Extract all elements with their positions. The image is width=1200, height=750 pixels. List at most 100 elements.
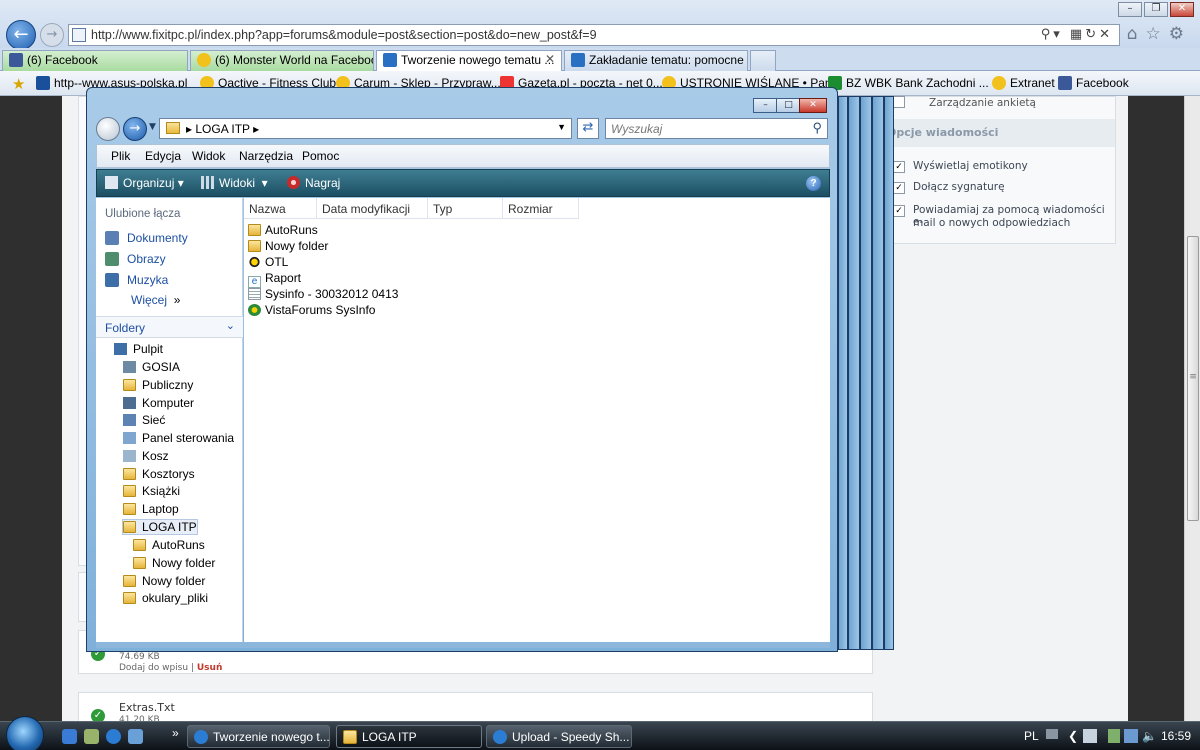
explorer-forward-button[interactable]: → bbox=[123, 117, 147, 141]
burn-button[interactable]: Nagraj bbox=[287, 176, 340, 190]
menu-edit[interactable]: Edycja bbox=[145, 149, 181, 163]
search-field[interactable]: Wyszukaj ⚲ bbox=[605, 118, 828, 139]
views-button[interactable]: Widoki ▾ bbox=[201, 176, 268, 190]
user-folder-icon bbox=[123, 361, 136, 373]
tree-item-desktop[interactable]: Pulpit bbox=[114, 342, 163, 356]
explorer-address-bar[interactable]: ▸ LOGA ITP ▸ ▼ bbox=[159, 118, 572, 139]
fav-bzwbk[interactable]: BZ WBK Bank Zachodni ... bbox=[828, 76, 989, 90]
folders-header[interactable]: Foldery ⌄ bbox=[96, 316, 243, 338]
tray-expand-icon[interactable]: ❮ bbox=[1068, 729, 1078, 743]
menu-file[interactable]: Plik bbox=[111, 149, 130, 163]
burn-disc-icon bbox=[287, 176, 300, 189]
signature-checkbox[interactable]: ✓ bbox=[893, 182, 905, 194]
tree-item-gosia[interactable]: GOSIA bbox=[123, 360, 180, 374]
tree-item-control-panel[interactable]: Panel sterowania bbox=[123, 431, 234, 445]
tree-item-kosztorys[interactable]: Kosztorys bbox=[123, 467, 195, 481]
start-button[interactable] bbox=[6, 716, 44, 750]
menu-view[interactable]: Widok bbox=[192, 149, 225, 163]
close-tab-icon[interactable]: ✕ bbox=[545, 52, 555, 66]
page-scrollbar[interactable]: ≡ bbox=[1184, 96, 1200, 721]
tab-topic-help[interactable]: Zakładanie tematu: pomocne ... bbox=[564, 50, 748, 71]
explorer-back-button[interactable] bbox=[96, 117, 120, 141]
column-date-modified[interactable]: Data modyfikacji bbox=[317, 198, 428, 219]
column-name[interactable]: Nazwa bbox=[244, 198, 317, 219]
explorer-close-button[interactable]: ✕ bbox=[799, 98, 827, 113]
explorer-maximize-button[interactable]: □ bbox=[776, 98, 801, 113]
notify-checkbox[interactable]: ✓ bbox=[893, 205, 905, 217]
tree-item-new-folder[interactable]: Nowy folder bbox=[123, 574, 205, 588]
usb-device-icon[interactable] bbox=[1108, 729, 1120, 743]
tree-item-computer[interactable]: Komputer bbox=[123, 396, 194, 410]
search-icon[interactable]: ⚲ bbox=[812, 120, 822, 136]
keyboard-icon[interactable] bbox=[1046, 729, 1058, 739]
task-upload-speedy[interactable]: Upload - Speedy Sh... bbox=[486, 725, 632, 748]
column-type[interactable]: Typ bbox=[428, 198, 503, 219]
back-button[interactable]: ← bbox=[6, 20, 36, 50]
tree-item-new-folder[interactable]: Nowy folder bbox=[133, 556, 215, 570]
network-tray-icon[interactable] bbox=[1124, 729, 1138, 743]
task-ie-new-topic[interactable]: Tworzenie nowego t... bbox=[187, 725, 330, 748]
show-desktop-icon[interactable] bbox=[62, 729, 77, 744]
favorite-links-title: Ulubione łącza bbox=[105, 208, 181, 220]
search-refresh-stop-icons[interactable]: ⚲▾ ▦↻✕ bbox=[1041, 27, 1113, 42]
help-icon[interactable]: ? bbox=[806, 176, 821, 191]
column-size[interactable]: Rozmiar bbox=[503, 198, 579, 219]
tree-item-okulary[interactable]: okulary_pliki bbox=[123, 591, 208, 605]
favorites-star-icon[interactable]: ★ bbox=[12, 75, 25, 93]
tray-app-icon[interactable] bbox=[1083, 729, 1097, 743]
tree-item-network[interactable]: Sieć bbox=[123, 413, 165, 427]
close-button[interactable]: ✕ bbox=[1170, 2, 1194, 17]
tree-item-recycle-bin[interactable]: Kosz bbox=[123, 449, 169, 463]
breadcrumb-current[interactable]: LOGA ITP bbox=[195, 122, 249, 136]
poll-checkbox[interactable] bbox=[893, 96, 905, 108]
chevron-down-icon[interactable]: ▼ bbox=[557, 122, 566, 132]
breadcrumb[interactable]: ▸ LOGA ITP ▸ bbox=[186, 122, 259, 136]
home-favorites-tools-icons[interactable]: ⌂☆⚙ bbox=[1127, 24, 1192, 44]
fav-link-pictures[interactable]: Obrazy bbox=[105, 252, 166, 266]
ie-quicklaunch-icon[interactable] bbox=[106, 729, 121, 744]
tree-item-laptop[interactable]: Laptop bbox=[123, 502, 179, 516]
minimize-button[interactable]: – bbox=[1118, 2, 1142, 17]
file-row-new-folder[interactable]: Nowy folder bbox=[248, 239, 328, 253]
forward-button[interactable]: → bbox=[40, 23, 64, 47]
quicklaunch-chevron[interactable]: » bbox=[172, 726, 179, 740]
tree-item-ksiazki[interactable]: Książki bbox=[123, 484, 180, 498]
url-field[interactable]: http://www.fixitpc.pl/index.php?app=foru… bbox=[68, 24, 1120, 46]
fav-link-more[interactable]: Więcej » bbox=[131, 293, 180, 307]
scrollbar-thumb[interactable]: ≡ bbox=[1187, 236, 1199, 521]
tree-item-autoruns[interactable]: AutoRuns bbox=[133, 538, 205, 552]
restore-button[interactable]: ❐ bbox=[1144, 2, 1168, 17]
organize-button[interactable]: Organizuj ▾ bbox=[105, 176, 184, 190]
add-to-post-link[interactable]: Dodaj do wpisu bbox=[119, 663, 188, 673]
tree-item-loga-itp[interactable]: LOGA ITP bbox=[122, 519, 198, 535]
tab-facebook[interactable]: (6) Facebook bbox=[2, 50, 188, 71]
tree-item-public[interactable]: Publiczny bbox=[123, 378, 193, 392]
delete-attachment-link[interactable]: Usuń bbox=[197, 663, 222, 673]
explorer-minimize-button[interactable]: – bbox=[753, 98, 778, 113]
menu-tools[interactable]: Narzędzia bbox=[239, 149, 293, 163]
file-row-sysinfo[interactable]: Sysinfo - 30032012 0413 bbox=[248, 287, 398, 301]
menu-help[interactable]: Pomoc bbox=[302, 149, 339, 163]
new-tab-button[interactable] bbox=[750, 50, 776, 71]
page-icon bbox=[72, 28, 86, 42]
file-row-otl[interactable]: OTL bbox=[248, 255, 288, 269]
quicklaunch-icon[interactable] bbox=[84, 729, 99, 744]
file-row-vistaforums-sysinfo[interactable]: VistaForums SysInfo bbox=[248, 303, 375, 317]
volume-icon[interactable]: 🔈 bbox=[1142, 729, 1157, 743]
file-row-autoruns[interactable]: AutoRuns bbox=[248, 223, 318, 237]
refresh-button[interactable]: ⇄ bbox=[577, 118, 599, 139]
fav-facebook[interactable]: Facebook bbox=[1058, 76, 1129, 90]
tab-new-topic[interactable]: Tworzenie nowego tematu ... ✕ bbox=[376, 50, 562, 71]
tab-monster-world[interactable]: (6) Monster World na Faceboo... bbox=[190, 50, 374, 71]
file-row-raport[interactable]: e Raport bbox=[248, 271, 301, 288]
fav-link-music[interactable]: Muzyka bbox=[105, 273, 168, 287]
clock[interactable]: 16:59 bbox=[1161, 729, 1191, 743]
history-dropdown-icon[interactable]: ▼ bbox=[149, 122, 156, 132]
fav-extranet[interactable]: Extranet bbox=[992, 76, 1055, 90]
emoticons-checkbox[interactable]: ✓ bbox=[893, 161, 905, 173]
task-loga-itp[interactable]: LOGA ITP bbox=[336, 725, 482, 748]
fav-link-documents[interactable]: Dokumenty bbox=[105, 231, 188, 245]
quicklaunch-icon[interactable] bbox=[128, 729, 143, 744]
language-indicator[interactable]: PL bbox=[1024, 729, 1039, 743]
window-ghost-edge bbox=[884, 96, 894, 650]
